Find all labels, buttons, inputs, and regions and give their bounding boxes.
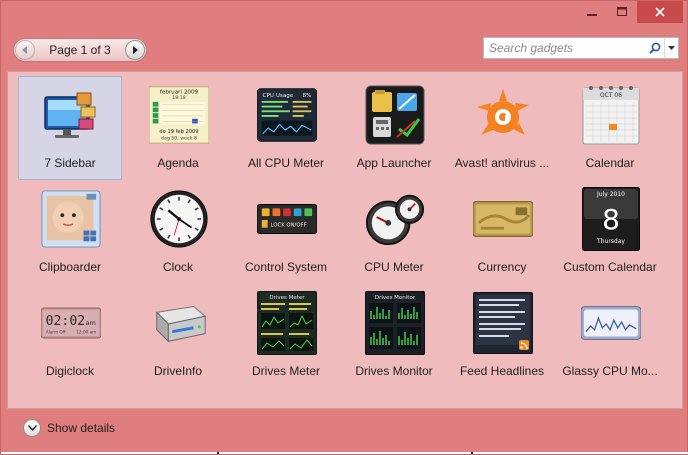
maximize-button[interactable] bbox=[607, 1, 637, 23]
svg-text:18:18: 18:18 bbox=[172, 95, 185, 101]
svg-text:februari 2009: februari 2009 bbox=[160, 89, 199, 95]
gadget-grid: 7 Sidebar februari 2009 18:18 do 19 feb … bbox=[18, 76, 662, 388]
svg-text:OCT 06: OCT 06 bbox=[600, 92, 622, 99]
gadget-panel: 7 Sidebar februari 2009 18:18 do 19 feb … bbox=[7, 71, 683, 409]
toolbar: Page 1 of 3 bbox=[9, 35, 679, 65]
agenda-calendar-icon: februari 2009 18:18 do 19 feb 2009 dag 5… bbox=[149, 85, 209, 145]
gadget-tile-avast-antivirus[interactable]: Avast! antivirus ... bbox=[450, 76, 554, 180]
gadget-tile-cpu-meter[interactable]: CPU Meter bbox=[342, 180, 446, 284]
gadget-label: Drives Meter bbox=[251, 364, 320, 378]
control-system-icon: LOCK ON/OFF bbox=[257, 189, 317, 249]
svg-text:Drives Monitor: Drives Monitor bbox=[375, 295, 416, 301]
search-options-dropdown[interactable] bbox=[664, 38, 678, 58]
svg-text:July 2010: July 2010 bbox=[596, 191, 625, 198]
close-icon bbox=[655, 7, 665, 17]
arrow-left-icon bbox=[22, 46, 27, 54]
gadget-label: Control System bbox=[244, 260, 328, 274]
search-button[interactable] bbox=[646, 38, 664, 58]
svg-text:do 19 feb 2009: do 19 feb 2009 bbox=[159, 129, 198, 135]
gadget-label: All CPU Meter bbox=[247, 156, 324, 170]
app-launcher-icon bbox=[365, 85, 425, 145]
gadget-tile-driveinfo[interactable]: DriveInfo bbox=[126, 284, 230, 388]
currency-card-icon bbox=[473, 189, 533, 249]
gadget-label: Agenda bbox=[157, 156, 199, 170]
close-button[interactable] bbox=[637, 1, 683, 23]
calendar-icon: OCT 06 bbox=[581, 85, 641, 145]
search-icon bbox=[649, 42, 661, 54]
next-page-button[interactable] bbox=[125, 40, 145, 60]
gadget-label: Clipboarder bbox=[38, 260, 102, 274]
sidebar-monitor-icon bbox=[41, 85, 101, 145]
svg-text:8: 8 bbox=[602, 203, 620, 236]
gadget-tile-agenda[interactable]: februari 2009 18:18 do 19 feb 2009 dag 5… bbox=[126, 76, 230, 180]
gadget-label: DriveInfo bbox=[153, 364, 203, 378]
gadget-label: 7 Sidebar bbox=[44, 156, 96, 170]
search-input[interactable] bbox=[484, 38, 646, 58]
clipboarder-photo-icon bbox=[41, 189, 101, 249]
hard-drive-icon bbox=[149, 293, 209, 353]
window-bottom-edge bbox=[1, 452, 688, 454]
arrow-right-icon bbox=[133, 46, 138, 54]
svg-text:LOCK ON/OFF: LOCK ON/OFF bbox=[271, 223, 307, 229]
gadget-tile-custom-calendar[interactable]: July 2010 8 Thursday Custom Calendar bbox=[558, 180, 662, 284]
gadget-label: Clock bbox=[162, 260, 193, 274]
gadget-tile-glassy-cpu-monitor[interactable]: Glassy CPU Mo... bbox=[558, 284, 662, 388]
minimize-icon bbox=[587, 14, 597, 16]
maximize-icon bbox=[617, 7, 627, 16]
gadget-tile-all-cpu-meter[interactable]: CPU Usage 8% All CPU Meter bbox=[234, 76, 338, 180]
svg-text:am: am bbox=[85, 319, 95, 327]
analog-clock-icon bbox=[149, 189, 209, 249]
gadget-label: Digiclock bbox=[45, 364, 94, 378]
svg-text:8%: 8% bbox=[302, 93, 312, 99]
gadget-tile-7-sidebar[interactable]: 7 Sidebar bbox=[18, 76, 122, 180]
gadget-tile-drives-monitor[interactable]: Drives Monitor Drives Monitor bbox=[342, 284, 446, 388]
gadget-label: Custom Calendar bbox=[563, 260, 657, 274]
svg-text:CPU Usage: CPU Usage bbox=[263, 93, 294, 99]
gadget-tile-digiclock[interactable]: 02:02 am Alarm Off 12:00 am Digiclock bbox=[18, 284, 122, 388]
gadget-label: Glassy CPU Mo... bbox=[562, 364, 658, 378]
svg-text:12:00 am: 12:00 am bbox=[76, 329, 96, 334]
window-controls bbox=[577, 1, 683, 23]
gadget-label: Currency bbox=[477, 260, 527, 274]
gadget-label: Feed Headlines bbox=[459, 364, 545, 378]
gadget-tile-calendar[interactable]: OCT 06 Calendar bbox=[558, 76, 662, 180]
custom-calendar-icon: July 2010 8 Thursday bbox=[581, 187, 641, 251]
svg-text:dag 50, week 8: dag 50, week 8 bbox=[161, 135, 197, 141]
gadget-label: Avast! antivirus ... bbox=[454, 156, 550, 170]
cpu-gauge-icon bbox=[365, 189, 425, 249]
chevron-down-icon bbox=[23, 419, 41, 437]
svg-text:02:02: 02:02 bbox=[46, 314, 85, 329]
avast-logo-icon bbox=[473, 85, 533, 145]
gadget-tile-app-launcher[interactable]: App Launcher bbox=[342, 76, 446, 180]
gadget-tile-control-system[interactable]: LOCK ON/OFF Control System bbox=[234, 180, 338, 284]
chevron-down-icon bbox=[668, 45, 675, 50]
gadget-label: App Launcher bbox=[356, 156, 432, 170]
gadget-label: Drives Monitor bbox=[355, 364, 433, 378]
gadget-tile-feed-headlines[interactable]: Feed Headlines bbox=[450, 284, 554, 388]
gadget-gallery-window: Page 1 of 3 Search gadgets 7 Sidebar feb… bbox=[0, 0, 688, 455]
search-box bbox=[483, 37, 679, 59]
gadget-tile-currency[interactable]: Currency bbox=[450, 180, 554, 284]
gadget-tile-clock[interactable]: Clock bbox=[126, 180, 230, 284]
show-details-toggle[interactable]: Show details bbox=[23, 418, 115, 438]
gadget-tile-clipboarder[interactable]: Clipboarder bbox=[18, 180, 122, 284]
show-details-label: Show details bbox=[47, 421, 116, 435]
digital-clock-icon: 02:02 am Alarm Off 12:00 am bbox=[41, 293, 101, 353]
minimize-button[interactable] bbox=[577, 1, 607, 23]
pager: Page 1 of 3 bbox=[13, 38, 147, 62]
cpu-meter-panel-icon: CPU Usage 8% bbox=[257, 85, 317, 145]
svg-text:Thursday: Thursday bbox=[596, 238, 625, 245]
feed-headlines-icon bbox=[473, 292, 533, 354]
svg-text:Drives Meter: Drives Meter bbox=[269, 295, 305, 301]
gadget-label: Calendar bbox=[585, 156, 635, 170]
drives-meter-icon: Drives Meter bbox=[257, 291, 317, 355]
glassy-cpu-monitor-icon bbox=[581, 293, 641, 353]
gadget-label: CPU Meter bbox=[364, 260, 424, 274]
previous-page-button[interactable] bbox=[15, 40, 35, 60]
page-indicator: Page 1 of 3 bbox=[49, 43, 111, 57]
drives-monitor-icon: Drives Monitor bbox=[365, 291, 425, 355]
svg-text:Alarm Off: Alarm Off bbox=[46, 329, 66, 334]
gadget-tile-drives-meter[interactable]: Drives Meter Drives Meter bbox=[234, 284, 338, 388]
